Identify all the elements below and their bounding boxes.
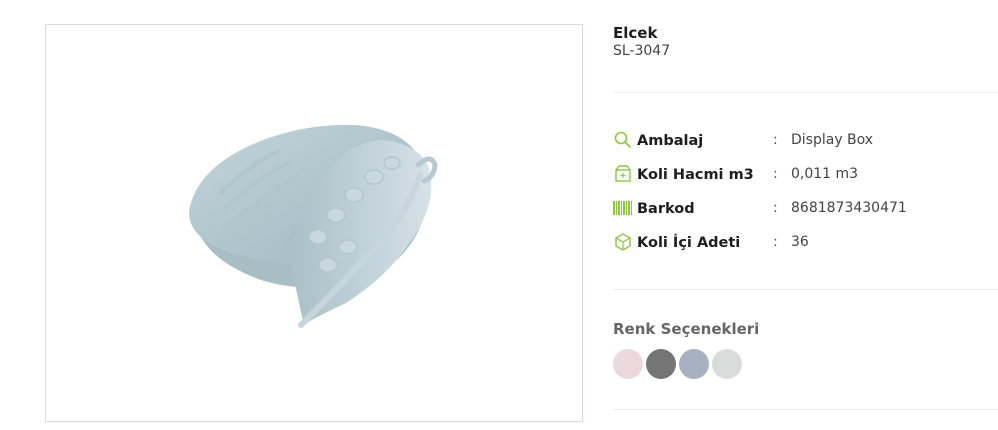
spec-separator: : bbox=[773, 200, 778, 216]
spec-row-ambalaj: Ambalaj : Display Box bbox=[613, 130, 998, 156]
spec-separator: : bbox=[773, 234, 778, 250]
color-swatch-blue-gray[interactable] bbox=[679, 349, 709, 379]
color-swatch-pink[interactable] bbox=[613, 349, 643, 379]
cube-icon bbox=[613, 232, 633, 252]
spec-value: 0,011 m3 bbox=[791, 166, 859, 182]
barcode-icon bbox=[613, 198, 633, 218]
spec-row-koli-ici-adeti: Koli İçi Adeti : 36 bbox=[613, 232, 998, 258]
color-swatch-light-gray[interactable] bbox=[712, 349, 742, 379]
product-name: Elcek bbox=[613, 24, 658, 42]
spec-label: Koli İçi Adeti bbox=[637, 235, 741, 251]
product-header: Elcek SL-3047 bbox=[613, 24, 998, 60]
search-icon bbox=[613, 130, 633, 150]
product-code: SL-3047 bbox=[613, 43, 671, 59]
divider bbox=[613, 289, 998, 290]
divider bbox=[613, 92, 998, 93]
box-icon bbox=[613, 164, 633, 184]
spec-separator: : bbox=[773, 132, 778, 148]
spec-value: 36 bbox=[791, 234, 809, 250]
spec-value: Display Box bbox=[791, 132, 874, 148]
spec-separator: : bbox=[773, 166, 778, 182]
color-swatch-list bbox=[613, 349, 742, 379]
spec-value: 8681873430471 bbox=[791, 200, 907, 216]
spec-label: Ambalaj bbox=[637, 133, 704, 149]
product-image-frame bbox=[45, 24, 583, 422]
spec-row-barkod: Barkod : 8681873430471 bbox=[613, 198, 998, 224]
product-image bbox=[188, 124, 438, 328]
spec-label: Barkod bbox=[637, 201, 695, 217]
color-swatch-dark-gray[interactable] bbox=[646, 349, 676, 379]
divider bbox=[613, 409, 998, 410]
spec-row-koli-hacmi: Koli Hacmi m3 : 0,011 m3 bbox=[613, 164, 998, 190]
color-options-title: Renk Seçenekleri bbox=[613, 320, 760, 338]
spec-label: Koli Hacmi m3 bbox=[637, 167, 754, 183]
